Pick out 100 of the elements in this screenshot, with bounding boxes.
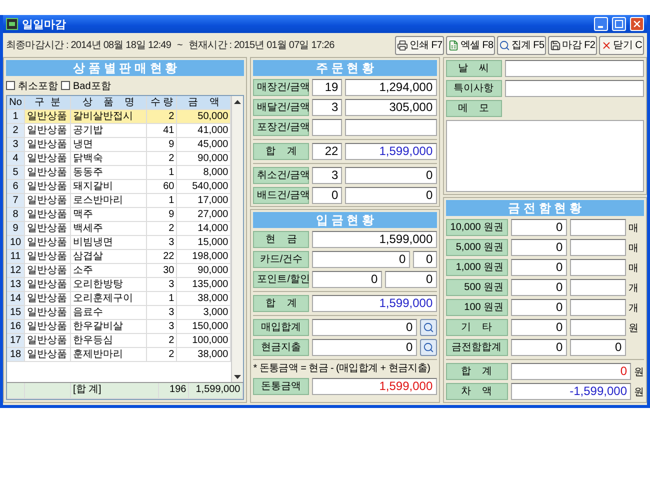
amount-field: 305,000 (345, 99, 437, 116)
unit-label: 원 (628, 322, 639, 334)
field-label: 1,000 원권 (446, 259, 508, 276)
count-field[interactable] (570, 239, 626, 256)
row-number: 6 (7, 180, 25, 193)
close-icon (601, 40, 612, 50)
table-row[interactable]: 11 일반상품 삼겹살 22 198,000 (7, 250, 232, 264)
section-header: 상 품 별 판 매 현 황 (6, 60, 244, 76)
table-row[interactable]: 15 일반상품 음료수 3 3,000 (7, 306, 232, 320)
checkbox[interactable] (6, 81, 15, 90)
table-row[interactable]: 13 일반상품 오리한방탕 3 135,000 (7, 278, 232, 292)
table-row[interactable]: 17 일반상품 한우등심 2 100,000 (7, 334, 232, 348)
column-header: 수 량 (147, 96, 178, 109)
minimize-button[interactable] (594, 17, 608, 31)
text-field[interactable] (504, 60, 644, 77)
table-row[interactable]: 3 일반상품 냉면 9 45,000 (7, 138, 232, 152)
toolbar-button[interactable]: 닫기 C (599, 36, 644, 54)
search-button[interactable] (420, 319, 437, 336)
field-label: 100 원권 (446, 299, 508, 316)
time-separator: ~ (177, 40, 182, 50)
table-cell: 2 (147, 110, 178, 123)
table-cell: 3 (147, 320, 178, 333)
table-cell: 음료수 (71, 306, 148, 319)
amount-field: 1,599,000 (312, 378, 437, 395)
table-cell: 비빔냉면 (71, 236, 148, 249)
table-row[interactable]: 8 일반상품 맥주 9 27,000 (7, 208, 232, 222)
count-field: 0 (570, 339, 626, 356)
table-cell: 9 (147, 208, 178, 221)
amount-field: 1,294,000 (345, 79, 437, 96)
checkbox[interactable] (61, 81, 70, 90)
amount-field: 0 (510, 219, 567, 236)
field-label: 차 액 (446, 383, 508, 400)
table-row[interactable]: 14 일반상품 오리훈제구이 1 38,000 (7, 292, 232, 306)
count-field[interactable] (570, 219, 626, 236)
maximize-button[interactable] (612, 17, 626, 31)
table-row[interactable]: 2 일반상품 공기밥 41 41,000 (7, 124, 232, 138)
search-button[interactable] (420, 339, 437, 356)
field-label: 매입합계 (253, 319, 310, 336)
toolbar-button[interactable]: 인쇄 F7 (395, 36, 444, 54)
unit-label: 원 (634, 366, 644, 378)
table-row[interactable]: 10 일반상품 비빔냉면 3 15,000 (7, 236, 232, 250)
table-row[interactable]: 12 일반상품 소주 30 90,000 (7, 264, 232, 278)
table-cell: 갈비살반접시 (71, 110, 148, 123)
memo-field[interactable] (446, 120, 644, 192)
amount-field: 0 (510, 279, 567, 296)
table-cell: 일반상품 (25, 124, 71, 137)
count-field: 3 (312, 167, 342, 184)
table-cell: 2 (147, 348, 178, 361)
last-close-time: 최종마감시간 : 2014년 08월 18일 12:49 (6, 39, 171, 52)
spreadsheet-icon (448, 40, 460, 50)
table-cell: 1 (147, 166, 178, 179)
count-field[interactable] (570, 259, 626, 276)
table-row[interactable]: 6 일반상품 돼지갈비 60 540,000 (7, 180, 232, 194)
search-icon (422, 342, 434, 353)
row-number: 8 (7, 208, 25, 221)
table-cell: 9 (147, 138, 178, 151)
row-number: 18 (7, 348, 25, 361)
table-cell: 한우등심 (71, 334, 148, 347)
row-number: 10 (7, 236, 25, 249)
count-field[interactable] (570, 299, 626, 316)
table-cell: 41 (147, 124, 178, 137)
table-cell: 1 (147, 292, 178, 305)
scroll-down-icon[interactable] (234, 374, 242, 378)
table-cell: 돼지갈비 (71, 180, 148, 193)
close-button[interactable] (630, 17, 644, 31)
toolbar-button[interactable]: 엑셀 F8 (446, 36, 496, 54)
field-label: 기 타 (446, 319, 508, 336)
window-title: 일일마감 (22, 18, 67, 32)
table-cell: 60 (147, 180, 178, 193)
toolbar-button[interactable]: 집계 F5 (497, 36, 546, 54)
table-cell: 맥주 (71, 208, 148, 221)
count-field[interactable] (570, 319, 626, 336)
field-label: 포장건/금액 (253, 119, 310, 136)
current-time: 현재시간 : 2015년 01월 07일 17:26 (188, 39, 336, 52)
table-row[interactable]: 4 일반상품 닭백숙 2 90,000 (7, 152, 232, 166)
unit-label: 매 (628, 242, 639, 254)
field-label: 메 모 (446, 100, 502, 117)
table-cell: 냉면 (71, 138, 148, 151)
row-number: 3 (7, 138, 25, 151)
table-row[interactable]: 5 일반상품 동동주 1 8,000 (7, 166, 232, 180)
field-label: 합 계 (253, 295, 310, 312)
table-cell: 오리한방탕 (71, 278, 148, 291)
table-row[interactable]: 9 일반상품 백세주 2 14,000 (7, 222, 232, 236)
app-icon (6, 18, 18, 30)
count-field[interactable] (570, 279, 626, 296)
table-cell: 일반상품 (25, 222, 71, 235)
table-row[interactable]: 1 일반상품 갈비살반접시 2 50,000 (7, 110, 232, 124)
text-field[interactable] (504, 80, 644, 97)
table-cell: 일반상품 (25, 334, 71, 347)
table-row[interactable]: 7 일반상품 로스반마리 1 17,000 (7, 194, 232, 208)
amount-field: 1,599,000 (345, 143, 437, 160)
table-cell: 일반상품 (25, 320, 71, 333)
section-header: 금 전 함 현 황 (446, 200, 644, 216)
table-row[interactable]: 18 일반상품 훈제반마리 2 38,000 (7, 348, 232, 362)
toolbar-button[interactable]: 마감 F2 (548, 36, 598, 54)
table-row[interactable]: 16 일반상품 한우갈비살 3 150,000 (7, 320, 232, 334)
amount-field: 0 (312, 319, 417, 336)
field-label: 10,000 원권 (446, 219, 508, 236)
row-number: 15 (7, 306, 25, 319)
scroll-up-icon[interactable] (234, 100, 242, 104)
